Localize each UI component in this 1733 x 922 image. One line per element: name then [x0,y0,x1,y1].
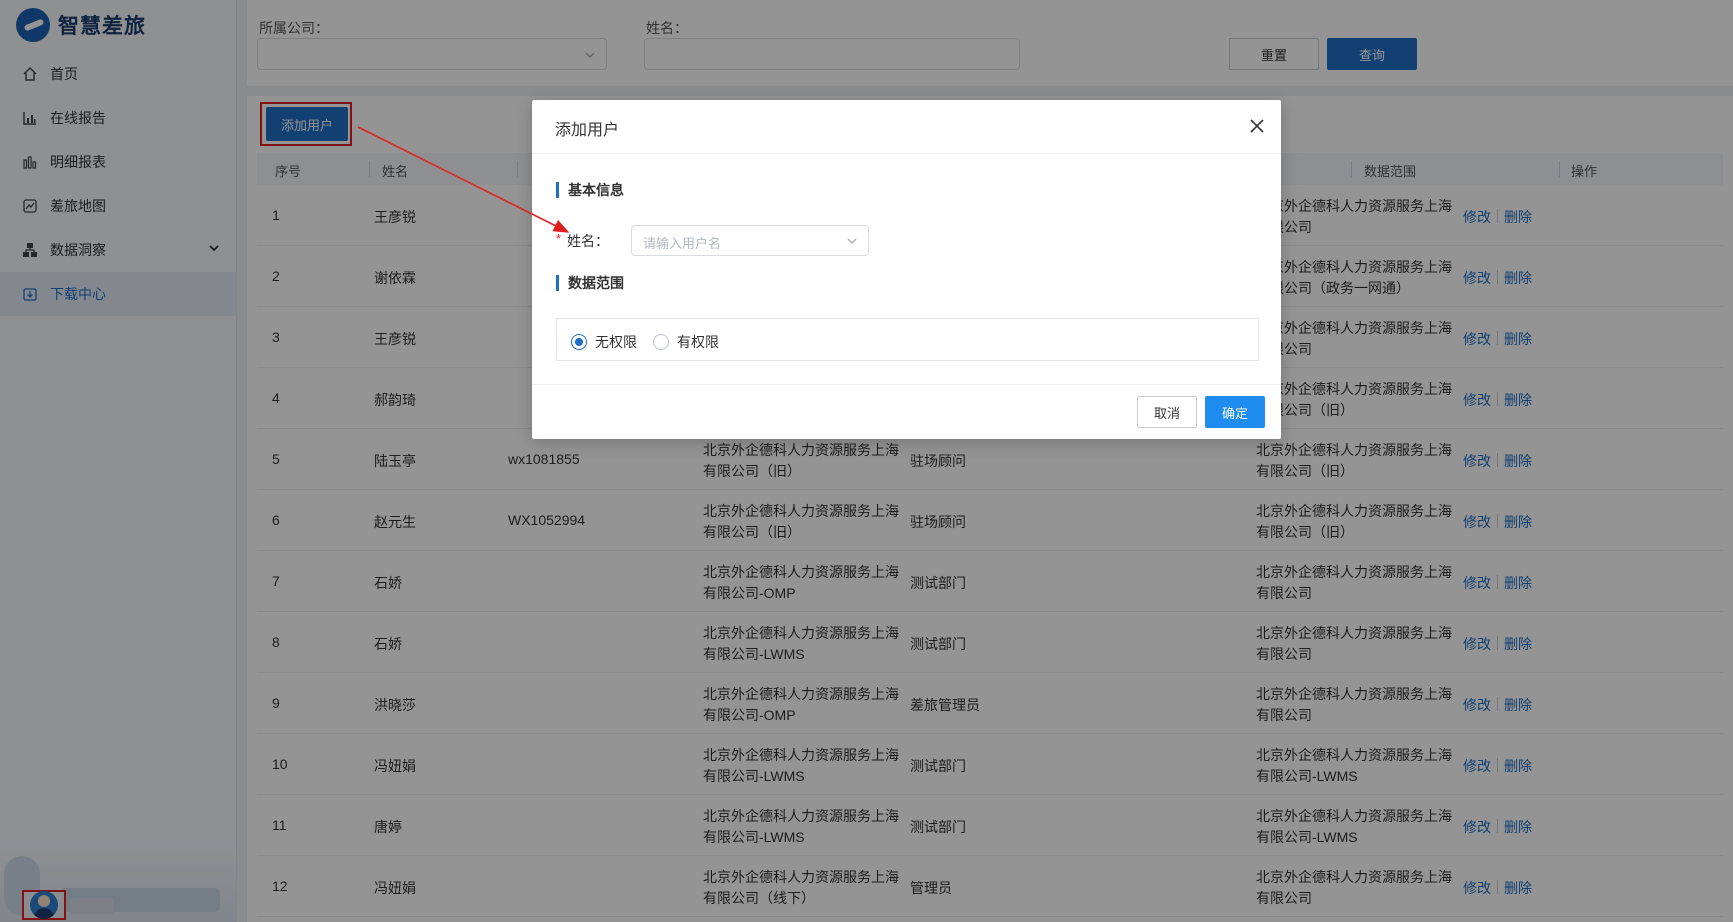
radio-checked-icon[interactable] [571,334,587,350]
close-icon[interactable] [1249,118,1265,134]
required-marker: * [556,231,562,246]
dialog-header-divider [532,153,1281,154]
radio-label: 有权限 [677,334,719,350]
radio-no-permission[interactable]: 无权限 [571,332,637,352]
name-field-label: 姓名： [567,233,609,249]
confirm-button[interactable]: 确定 [1205,396,1265,428]
username-placeholder: 请输入用户名 [643,236,722,251]
data-scope-section-title: 数据范围 [556,275,624,291]
dialog-footer-divider [532,384,1281,385]
username-select[interactable]: 请输入用户名 [631,225,869,256]
add-user-dialog: 添加用户 基本信息 * 姓名： 请输入用户名 数据范围 无权限 有权限 取消 确… [532,100,1281,439]
radio-label: 无权限 [595,334,637,350]
chevron-down-icon [847,238,857,244]
dialog-title: 添加用户 [555,122,620,139]
cancel-button[interactable]: 取消 [1137,396,1197,428]
permission-radio-group: 无权限 有权限 [556,318,1259,361]
radio-unchecked-icon[interactable] [653,334,669,350]
radio-has-permission[interactable]: 有权限 [653,332,719,352]
basic-info-section-title: 基本信息 [556,182,624,198]
